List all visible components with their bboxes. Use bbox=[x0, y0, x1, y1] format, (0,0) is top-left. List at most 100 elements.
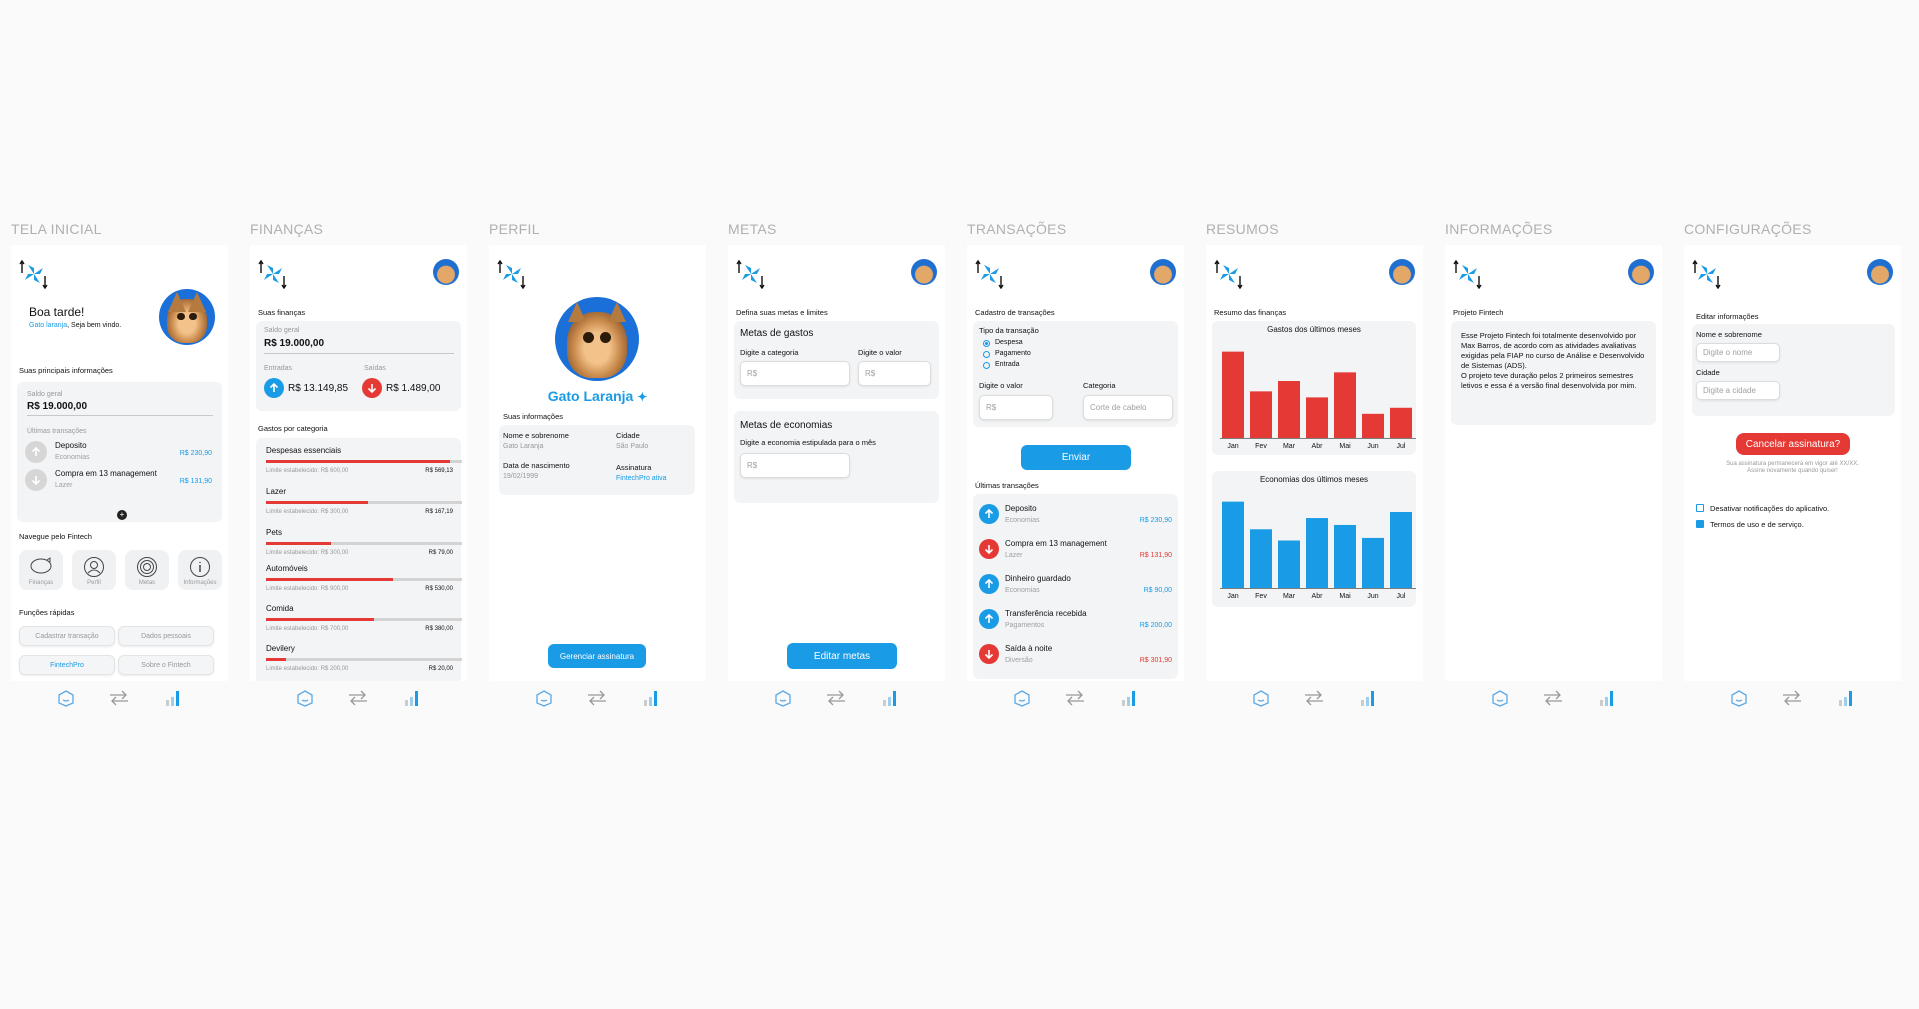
list-item[interactable]: Transferência recebida Pagamentos R$ 200,0… bbox=[973, 606, 1178, 638]
main-info-card: Saldo geral R$ 19.000,00 Últimas transaç… bbox=[17, 382, 222, 522]
manage-subscription-button[interactable]: Gerenciar assinatura bbox=[548, 644, 646, 668]
tx-name: Dinheiro guardado bbox=[1005, 574, 1071, 583]
quick-fintechpro-button[interactable]: FintechPro bbox=[19, 655, 115, 675]
city-input[interactable]: Digite a cidade bbox=[1696, 381, 1780, 400]
chart-nav-icon[interactable] bbox=[642, 689, 660, 707]
avatar[interactable] bbox=[433, 259, 459, 285]
send-button[interactable]: Enviar bbox=[1021, 445, 1131, 470]
tx-category: Pagamentos bbox=[1005, 622, 1045, 629]
home-nav-icon[interactable] bbox=[1730, 689, 1748, 707]
balance-label: Saldo geral bbox=[27, 391, 63, 398]
category-input[interactable]: Corte de cabelo bbox=[1083, 395, 1173, 420]
nav-tile-info[interactable]: Informações bbox=[178, 550, 222, 590]
fintech-logo-icon[interactable] bbox=[497, 259, 527, 290]
quick-add-transaction-button[interactable]: Cadastrar transação bbox=[19, 626, 115, 646]
radio-payment[interactable] bbox=[983, 351, 990, 358]
fintech-logo-icon[interactable] bbox=[1453, 259, 1483, 290]
chart-nav-icon[interactable] bbox=[1359, 689, 1377, 707]
expense-label: Saídas bbox=[364, 365, 386, 372]
screen-label-goals: METAS bbox=[728, 221, 777, 237]
arrow-up-icon bbox=[979, 504, 999, 524]
quick-about-button[interactable]: Sobre o Fintech bbox=[118, 655, 214, 675]
profile-info-card: Nome e sobrenome Gato Laranja Cidade São… bbox=[499, 425, 695, 495]
home-nav-icon[interactable] bbox=[296, 689, 314, 707]
chart-bar bbox=[1250, 529, 1272, 588]
chart-nav-icon[interactable] bbox=[881, 689, 899, 707]
chart-nav-icon[interactable] bbox=[164, 689, 182, 707]
screen-label-info: INFORMAÇÕES bbox=[1445, 221, 1553, 237]
transfer-nav-icon[interactable] bbox=[107, 689, 131, 707]
x-tick-label: Fev bbox=[1255, 593, 1267, 600]
list-item[interactable]: Dinheiro guardado Economias R$ 90,00 bbox=[973, 571, 1178, 603]
avatar[interactable] bbox=[911, 259, 937, 285]
radio-expense[interactable] bbox=[983, 340, 990, 347]
home-nav-icon[interactable] bbox=[1252, 689, 1270, 707]
fintech-logo-icon[interactable] bbox=[736, 259, 766, 290]
notifications-checkbox[interactable] bbox=[1696, 504, 1704, 512]
chart-nav-icon[interactable] bbox=[403, 689, 421, 707]
bottom-nav bbox=[489, 681, 706, 715]
fintech-logo-icon[interactable] bbox=[19, 259, 49, 290]
arrow-up-icon bbox=[979, 574, 999, 594]
avatar[interactable] bbox=[159, 289, 215, 345]
chart-nav-icon[interactable] bbox=[1598, 689, 1616, 707]
list-item[interactable]: Deposito Economias R$ 230,90 bbox=[973, 501, 1178, 533]
home-nav-icon[interactable] bbox=[774, 689, 792, 707]
add-icon[interactable]: + bbox=[117, 510, 127, 520]
list-item[interactable]: Compra em 13 management Lazer R$ 131,90 bbox=[973, 536, 1178, 568]
list-item[interactable]: Compra em 13 management Lazer R$ 131,90 bbox=[17, 466, 222, 498]
home-nav-icon[interactable] bbox=[535, 689, 553, 707]
plan-label: Assinatura bbox=[616, 463, 652, 472]
bottom-nav bbox=[11, 681, 228, 715]
name-input[interactable]: Digite o nome bbox=[1696, 343, 1780, 362]
savings-input[interactable]: R$ bbox=[740, 453, 850, 478]
nav-tile-target[interactable]: Metas bbox=[125, 550, 169, 590]
quick-title: Funções rápidas bbox=[19, 608, 75, 617]
fintech-logo-icon[interactable] bbox=[1214, 259, 1244, 290]
fintech-logo-icon[interactable] bbox=[975, 259, 1005, 290]
category-progress-fill bbox=[266, 658, 286, 661]
radio-income[interactable] bbox=[983, 362, 990, 369]
terms-label: Termos de uso e de serviço. bbox=[1710, 520, 1804, 529]
x-tick-label: Jul bbox=[1396, 443, 1406, 450]
transfer-nav-icon[interactable] bbox=[346, 689, 370, 707]
nav-tile-piggy-bank[interactable]: Finanças bbox=[19, 550, 63, 590]
category-input[interactable]: R$ bbox=[740, 361, 850, 386]
list-item[interactable]: Saída à noite Diversão R$ 301,90 bbox=[973, 641, 1178, 673]
home-nav-icon[interactable] bbox=[57, 689, 75, 707]
user-link[interactable]: Gato laranja bbox=[29, 322, 67, 329]
chart-bar bbox=[1222, 501, 1244, 588]
avatar[interactable] bbox=[1628, 259, 1654, 285]
home-nav-icon[interactable] bbox=[1013, 689, 1031, 707]
category-progress-bar bbox=[266, 501, 462, 504]
nav-tile-user[interactable]: Perfil bbox=[72, 550, 116, 590]
bottom-nav bbox=[1445, 681, 1662, 715]
last-tx-title: Últimas transações bbox=[975, 481, 1039, 490]
value-input[interactable]: R$ bbox=[979, 395, 1053, 420]
edit-goals-button[interactable]: Editar metas bbox=[787, 643, 897, 669]
avatar[interactable] bbox=[1867, 259, 1893, 285]
terms-checkbox[interactable] bbox=[1696, 520, 1704, 528]
tx-category: Economias bbox=[1005, 587, 1040, 594]
cancel-subscription-button[interactable]: Cancelar assinatura? bbox=[1736, 433, 1850, 455]
home-nav-icon[interactable] bbox=[1491, 689, 1509, 707]
transfer-nav-icon[interactable] bbox=[1063, 689, 1087, 707]
finance-summary-card: Saldo geral R$ 19.000,00 Entradas R$ 13.… bbox=[256, 321, 461, 411]
avatar[interactable] bbox=[1150, 259, 1176, 285]
screen-summary: Resumo das finanças Gastos dos últimos m… bbox=[1206, 245, 1423, 715]
transfer-nav-icon[interactable] bbox=[824, 689, 848, 707]
chart-nav-icon[interactable] bbox=[1120, 689, 1138, 707]
avatar[interactable] bbox=[1389, 259, 1415, 285]
value-input[interactable]: R$ bbox=[858, 361, 931, 386]
chart-nav-icon[interactable] bbox=[1837, 689, 1855, 707]
plan-value[interactable]: FintechPro ativa bbox=[616, 475, 667, 482]
transfer-nav-icon[interactable] bbox=[1302, 689, 1326, 707]
quick-personal-data-button[interactable]: Dados pessoais bbox=[118, 626, 214, 646]
category-card: Despesas essenciais Limite estabelecido: … bbox=[256, 438, 462, 684]
fintech-logo-icon[interactable] bbox=[258, 259, 288, 290]
transfer-nav-icon[interactable] bbox=[1780, 689, 1804, 707]
transfer-nav-icon[interactable] bbox=[585, 689, 609, 707]
fintech-logo-icon[interactable] bbox=[1692, 259, 1722, 290]
profile-avatar[interactable] bbox=[555, 297, 639, 381]
transfer-nav-icon[interactable] bbox=[1541, 689, 1565, 707]
